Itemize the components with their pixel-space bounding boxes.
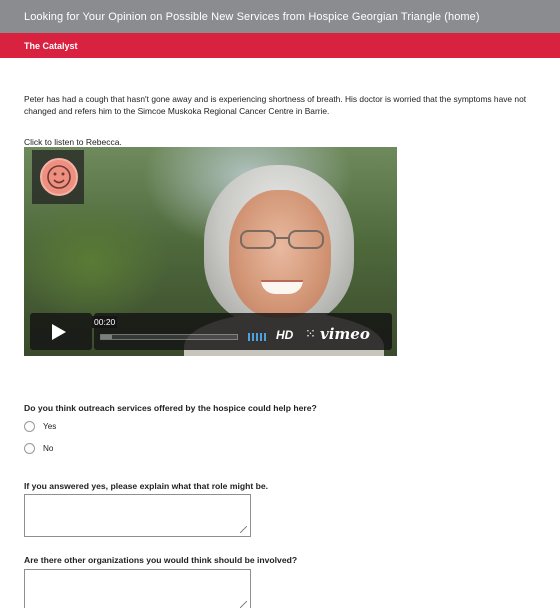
vimeo-logo[interactable]: vimeo (320, 325, 370, 343)
avatar-face (40, 158, 78, 196)
question-role: If you answered yes, please explain what… (24, 481, 269, 491)
avatar-icon[interactable] (32, 150, 84, 204)
video-frame-face (229, 190, 331, 318)
listen-link[interactable]: Click to listen to Rebecca. (24, 137, 122, 147)
radio-yes[interactable] (24, 421, 35, 432)
hd-button[interactable]: HD (276, 328, 293, 342)
organizations-textarea[interactable] (24, 569, 251, 608)
video-time: 00:20 (92, 316, 118, 328)
question-outreach: Do you think outreach services offered b… (24, 403, 317, 413)
play-icon (52, 324, 66, 340)
smiley-icon (47, 165, 71, 189)
resize-handle-icon[interactable] (240, 526, 247, 533)
section-title: The Catalyst (24, 41, 78, 51)
survey-title: Looking for Your Opinion on Possible New… (24, 11, 480, 23)
option-yes-label: Yes (43, 422, 57, 431)
share-icon[interactable]: ⁙ (305, 326, 316, 342)
option-no-label: No (43, 444, 54, 453)
section-header: The Catalyst (0, 33, 560, 58)
video-frame-glasses (240, 230, 324, 249)
survey-title-bar: Looking for Your Opinion on Possible New… (0, 0, 560, 33)
volume-bars-icon[interactable] (248, 331, 268, 341)
option-yes[interactable]: Yes (24, 421, 56, 432)
video-progress-fill (101, 335, 112, 339)
video-progress-bar[interactable] (100, 334, 238, 340)
play-button[interactable] (30, 313, 92, 350)
question-organizations: Are there other organizations you would … (24, 555, 298, 565)
resize-handle-icon[interactable] (240, 601, 247, 608)
radio-no[interactable] (24, 443, 35, 454)
role-textarea[interactable] (24, 494, 251, 537)
intro-paragraph: Peter has had a cough that hasn't gone a… (24, 94, 527, 116)
option-no[interactable]: No (24, 443, 53, 454)
